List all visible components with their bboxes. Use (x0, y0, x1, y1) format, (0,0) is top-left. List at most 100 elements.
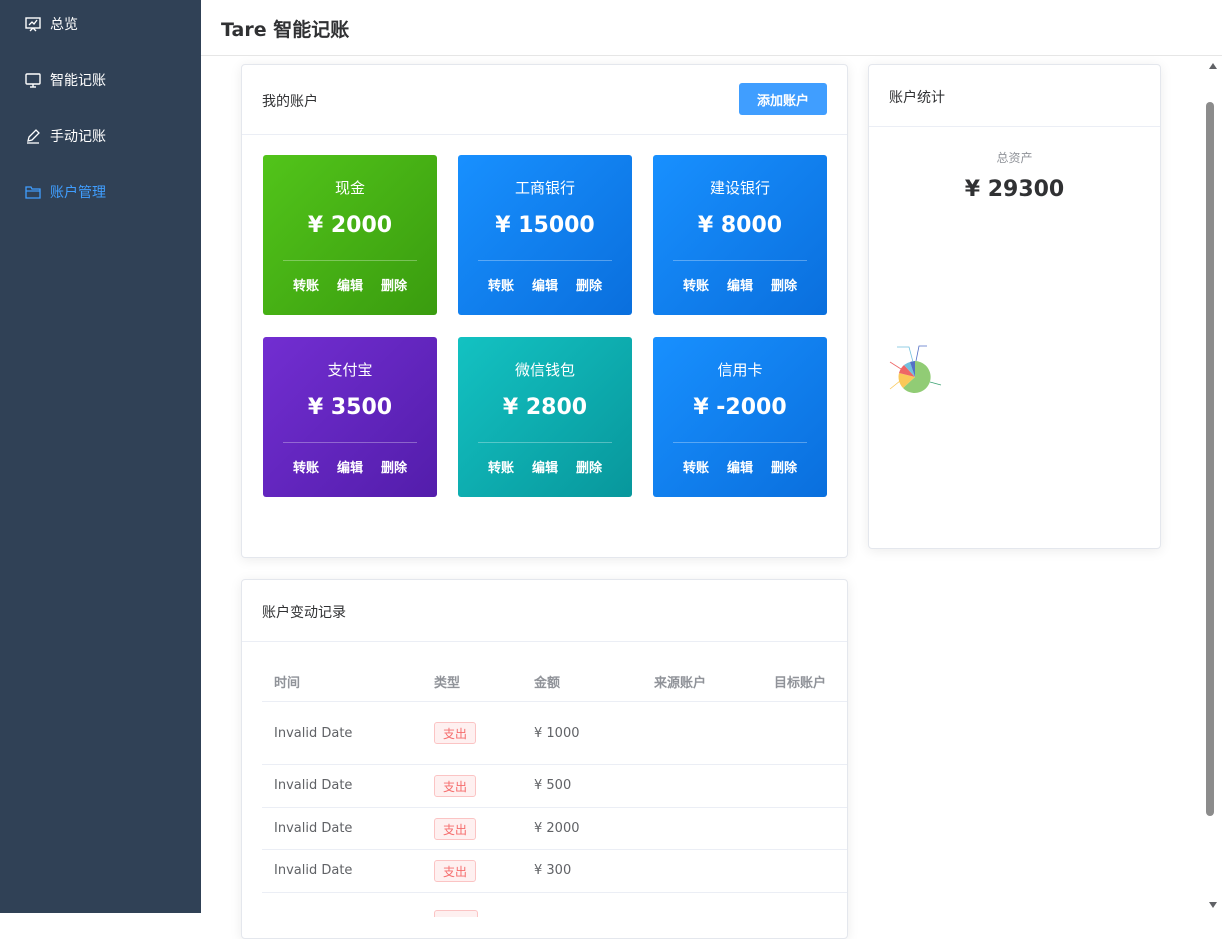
account-card-ccb: 建设银行 ¥ 8000 转账 编辑 删除 (653, 155, 827, 315)
transfer-button[interactable]: 转账 (293, 275, 319, 294)
divider (262, 892, 847, 893)
scroll-down-arrow-icon[interactable] (1208, 901, 1218, 909)
page-title: Tare 智能记账 (221, 19, 350, 41)
divider (478, 260, 612, 261)
account-balance: ¥ -2000 (693, 395, 787, 420)
delete-button[interactable]: 删除 (576, 275, 602, 294)
column-header-time: 时间 (274, 676, 301, 691)
divider (283, 442, 417, 443)
type-tag: 支出 (434, 860, 476, 882)
cell-time: Invalid Date (274, 821, 353, 836)
monitor-icon (24, 71, 42, 89)
transfer-button[interactable]: 转账 (683, 457, 709, 476)
edit-button[interactable]: 编辑 (337, 457, 363, 476)
divider (283, 260, 417, 261)
cell-time: Invalid Date (274, 726, 353, 741)
card-title: 我的账户 (262, 94, 318, 110)
cell-time: Invalid Date (274, 778, 353, 793)
total-assets-label: 总资产 (996, 151, 1033, 165)
account-balance: ¥ 8000 (697, 213, 783, 238)
card-header: 我的账户 添加账户 (242, 65, 847, 135)
account-card-icbc: 工商银行 ¥ 15000 转账 编辑 删除 (458, 155, 632, 315)
edit-button[interactable]: 编辑 (532, 275, 558, 294)
account-actions: 转账 编辑 删除 (458, 457, 632, 476)
delete-button[interactable]: 删除 (381, 457, 407, 476)
account-balance: ¥ 2000 (307, 213, 393, 238)
account-balance: ¥ 2800 (502, 395, 588, 420)
edit-button[interactable]: 编辑 (532, 457, 558, 476)
divider (262, 764, 847, 765)
column-header-amount: 金额 (534, 676, 561, 691)
account-actions: 转账 编辑 删除 (458, 275, 632, 294)
label-line (929, 381, 942, 386)
account-actions: 转账 编辑 删除 (653, 275, 827, 294)
account-balance: ¥ 15000 (495, 213, 595, 238)
scroll-up-arrow-icon[interactable] (1208, 62, 1218, 70)
folder-icon (24, 183, 42, 201)
transfer-button[interactable]: 转账 (488, 275, 514, 294)
cell-time: Invalid Date (274, 863, 353, 878)
type-tag: 支出 (434, 722, 476, 744)
column-header-source-account: 来源账户 (654, 676, 707, 691)
label-line (897, 346, 914, 363)
divider (262, 701, 847, 702)
transfer-button[interactable]: 转账 (488, 457, 514, 476)
sidebar-item-manual-bookkeeping[interactable]: 手动记账 (0, 108, 201, 164)
add-account-button[interactable]: 添加账户 (739, 83, 827, 115)
transfer-button[interactable]: 转账 (683, 275, 709, 294)
cell-amount: ¥ 1000 (534, 726, 580, 741)
column-header-type: 类型 (434, 676, 461, 691)
sidebar-item-account-management[interactable]: 账户管理 (0, 164, 201, 220)
sidebar-item-label: 智能记账 (50, 73, 106, 89)
pen-icon (24, 127, 42, 145)
total-assets-value: ¥ 29300 (964, 177, 1065, 202)
cell-amount: ¥ 500 (534, 778, 572, 793)
account-name: 现金 (334, 179, 365, 197)
sidebar-item-label: 总览 (50, 17, 78, 33)
account-name: 建设银行 (709, 179, 770, 197)
account-actions: 转账 编辑 删除 (653, 457, 827, 476)
edit-button[interactable]: 编辑 (337, 275, 363, 294)
label-line (889, 380, 901, 390)
account-card-cash: 现金 ¥ 2000 转账 编辑 删除 (263, 155, 437, 315)
account-card-alipay: 支付宝 ¥ 3500 转账 编辑 删除 (263, 337, 437, 497)
account-card-credit: 信用卡 ¥ -2000 转账 编辑 删除 (653, 337, 827, 497)
account-actions: 转账 编辑 删除 (263, 457, 437, 476)
sidebar: 总览 智能记账 手动记账 账户管理 (0, 0, 201, 913)
account-name: 信用卡 (717, 361, 763, 379)
delete-button[interactable]: 删除 (771, 275, 797, 294)
divider (262, 849, 847, 850)
account-name: 工商银行 (514, 179, 575, 197)
sidebar-item-overview[interactable]: 总览 (0, 0, 201, 52)
delete-button[interactable]: 删除 (576, 457, 602, 476)
card-title: 账户变动记录 (262, 605, 346, 621)
presentation-chart-icon (24, 15, 42, 33)
transfer-button[interactable]: 转账 (293, 457, 319, 476)
my-accounts-card: 我的账户 添加账户 现金 ¥ 2000 转账 编辑 删除 工商银行 ¥ 1500… (241, 64, 848, 558)
top-header: Tare 智能记账 (201, 0, 1222, 56)
card-header: 账户变动记录 (242, 580, 847, 642)
type-tag: 支出 (434, 775, 476, 797)
divider (478, 442, 612, 443)
account-name: 微信钱包 (514, 361, 575, 379)
edit-button[interactable]: 编辑 (727, 457, 753, 476)
account-records-card: 账户变动记录 时间 类型 金额 来源账户 目标账户 Invalid Date 支… (241, 579, 848, 939)
divider (673, 260, 807, 261)
scrollbar-thumb[interactable] (1206, 102, 1214, 816)
sidebar-item-label: 账户管理 (50, 185, 106, 201)
sidebar-item-label: 手动记账 (50, 129, 106, 145)
account-balance: ¥ 3500 (307, 395, 393, 420)
edit-button[interactable]: 编辑 (727, 275, 753, 294)
delete-button[interactable]: 删除 (771, 457, 797, 476)
sidebar-item-smart-bookkeeping[interactable]: 智能记账 (0, 52, 201, 108)
type-tag (434, 910, 478, 917)
cell-amount: ¥ 300 (534, 863, 572, 878)
account-actions: 转账 编辑 删除 (263, 275, 437, 294)
type-tag: 支出 (434, 818, 476, 840)
assets-pie-chart (889, 345, 942, 393)
divider (673, 442, 807, 443)
divider (262, 807, 847, 808)
column-header-target-account: 目标账户 (774, 676, 827, 691)
delete-button[interactable]: 删除 (381, 275, 407, 294)
label-line (915, 345, 927, 362)
